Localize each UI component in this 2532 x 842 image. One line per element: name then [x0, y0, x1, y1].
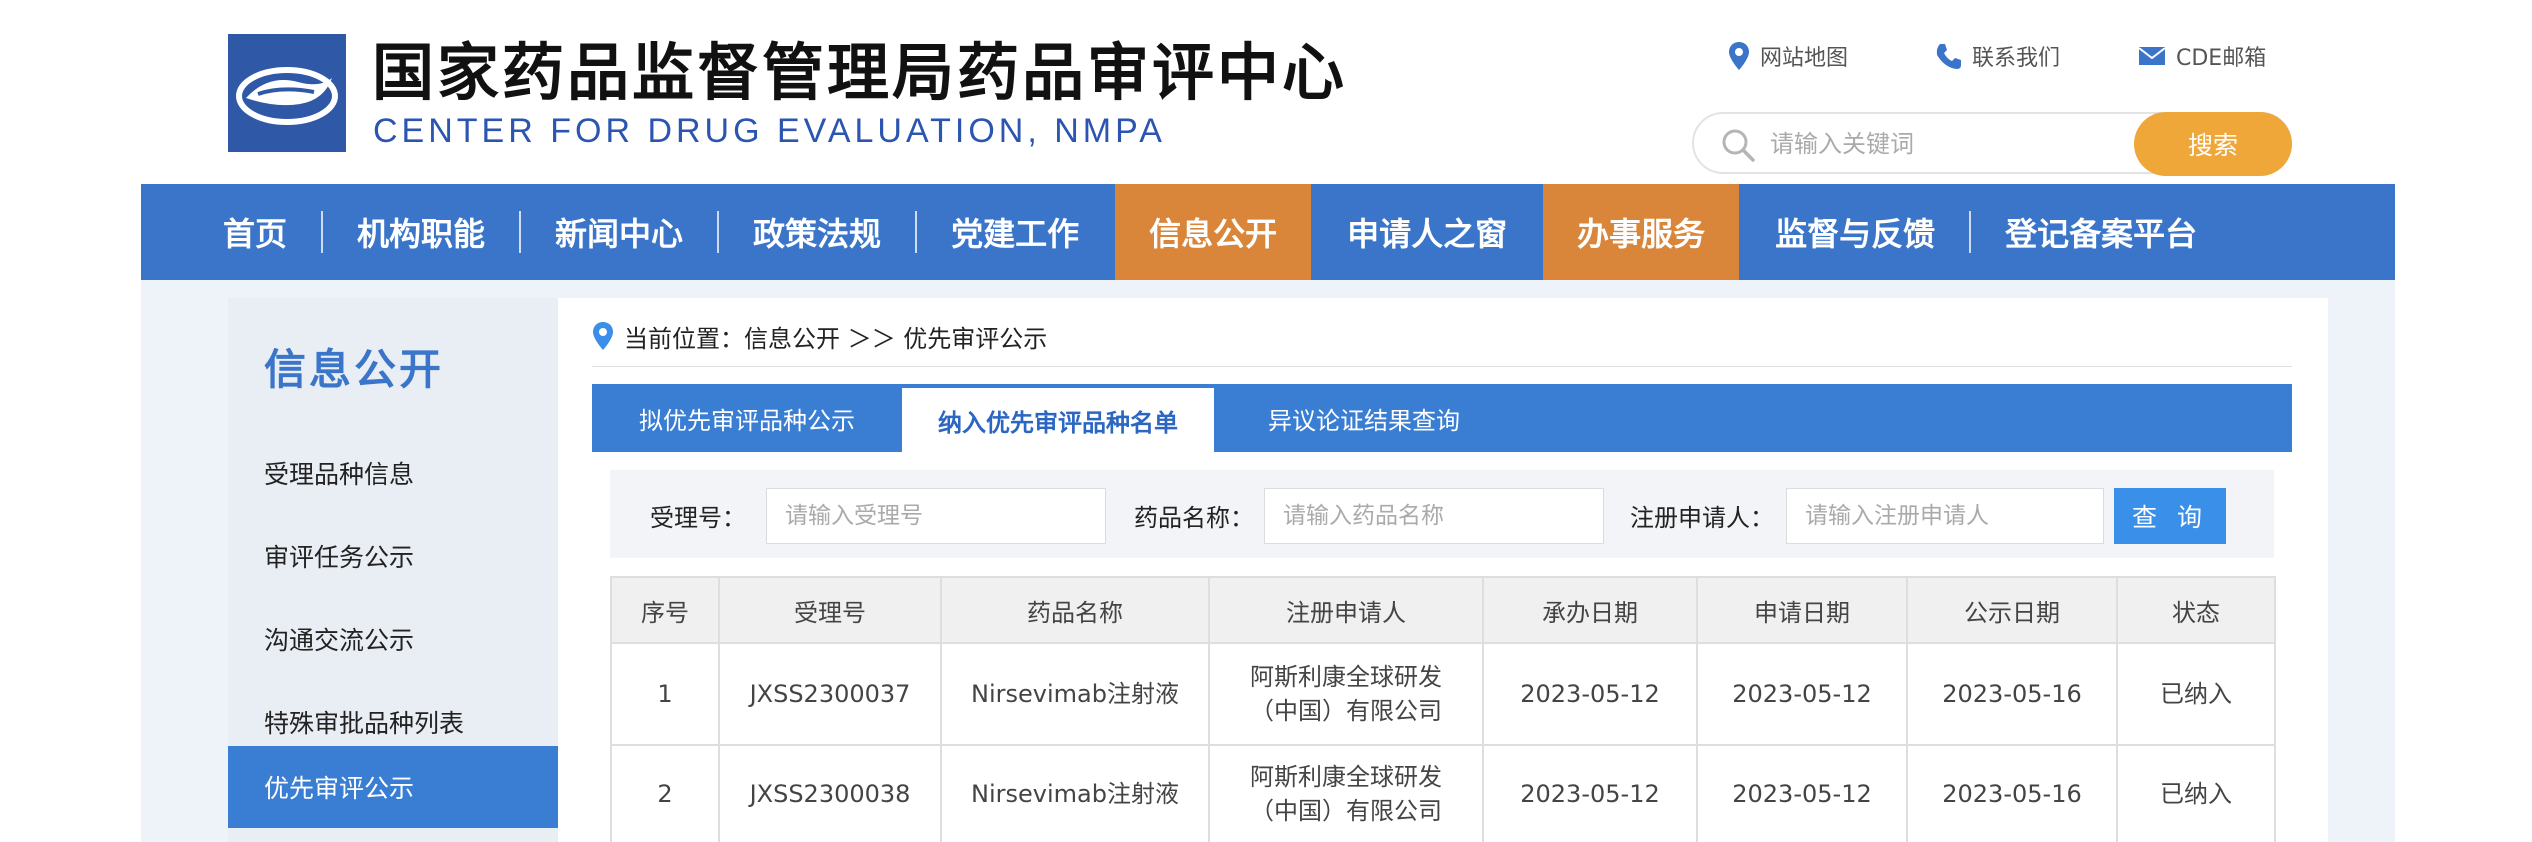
mail-icon	[2138, 47, 2166, 65]
logo-emblem-icon	[236, 67, 338, 125]
nav-item-home[interactable]: 首页	[189, 184, 321, 280]
cell-index: 1	[610, 642, 720, 746]
cell-drug-name: Nirsevimab注射液	[940, 744, 1210, 842]
cell-publish-date: 2023-05-16	[1906, 744, 2118, 842]
site-subtitle: CENTER FOR DRUG EVALUATION, NMPA	[373, 112, 1166, 150]
column-header: 申请日期	[1696, 576, 1908, 644]
table-row[interactable]: 2 JXSS2300038 Nirsevimab注射液 阿斯利康全球研发（中国）…	[610, 744, 2276, 842]
email-link[interactable]: CDE邮箱	[2138, 38, 2266, 74]
sidebar-item-review-tasks[interactable]: 审评任务公示	[228, 515, 558, 597]
column-header: 序号	[610, 576, 720, 644]
sidebar: 信息公开 受理品种信息 审评任务公示 沟通交流公示 特殊审批品种列表 优先审评公…	[228, 298, 558, 842]
cell-accept-no: JXSS2300037	[718, 642, 942, 746]
tab-bar: 拟优先审评品种公示 纳入优先审评品种名单 异议论证结果查询	[592, 384, 2292, 452]
nav-item-info-disclosure[interactable]: 信息公开	[1115, 184, 1312, 280]
column-header: 承办日期	[1482, 576, 1698, 644]
nav-item-party[interactable]: 党建工作	[917, 184, 1113, 280]
sitemap-link-label: 网站地图	[1760, 46, 1849, 71]
contact-link-label: 联系我们	[1972, 46, 2061, 71]
accept-no-label: 受理号：	[650, 504, 746, 532]
tab-included-priority-list[interactable]: 纳入优先审评品种名单	[902, 388, 1214, 452]
main-nav: 首页 机构职能 新闻中心 政策法规 党建工作 信息公开 申请人之窗 办事服务 监…	[141, 184, 2395, 280]
results-table: 序号 受理号 药品名称 注册申请人 承办日期 申请日期 公示日期 状态 1 JX…	[610, 576, 2276, 842]
sidebar-title: 信息公开	[264, 345, 445, 394]
column-header: 药品名称	[940, 576, 1210, 644]
nav-item-services[interactable]: 办事服务	[1543, 184, 1740, 280]
cell-applicant: 阿斯利康全球研发（中国）有限公司	[1208, 744, 1484, 842]
location-pin-icon	[593, 322, 613, 350]
email-link-label: CDE邮箱	[2176, 46, 2267, 71]
breadcrumb: 当前位置： 信息公开 ＞＞ 优先审评公示	[592, 316, 1047, 356]
cell-apply-date: 2023-05-12	[1696, 744, 1908, 842]
site-logo[interactable]	[228, 34, 346, 152]
cell-drug-name: Nirsevimab注射液	[940, 642, 1210, 746]
accept-no-input[interactable]	[766, 488, 1106, 544]
breadcrumb-divider	[592, 366, 2292, 367]
cell-status: 已纳入	[2116, 642, 2276, 746]
breadcrumb-prefix: 当前位置：	[624, 324, 744, 353]
sitemap-link[interactable]: 网站地图	[1728, 38, 1848, 74]
column-header: 受理号	[718, 576, 942, 644]
site-title: 国家药品监督管理局药品审评中心	[372, 36, 1348, 109]
cell-apply-date: 2023-05-12	[1696, 642, 1908, 746]
column-header: 注册申请人	[1208, 576, 1484, 644]
tab-objection-results[interactable]: 异议论证结果查询	[1214, 384, 1514, 452]
cell-applicant: 阿斯利康全球研发（中国）有限公司	[1208, 642, 1484, 746]
nav-item-functions[interactable]: 机构职能	[323, 184, 519, 280]
cell-status: 已纳入	[2116, 744, 2276, 842]
nav-item-feedback[interactable]: 监督与反馈	[1741, 184, 1969, 280]
sidebar-item-accepted-varieties[interactable]: 受理品种信息	[228, 432, 558, 514]
nav-item-news[interactable]: 新闻中心	[521, 184, 717, 280]
breadcrumb-path[interactable]: 信息公开 ＞＞ 优先审评公示	[744, 319, 1047, 354]
location-pin-icon	[1729, 42, 1749, 70]
cell-undertake-date: 2023-05-12	[1482, 642, 1698, 746]
nav-item-applicant-window[interactable]: 申请人之窗	[1313, 184, 1541, 280]
search-icon	[1722, 129, 1755, 162]
cell-index: 2	[610, 744, 720, 842]
column-header: 状态	[2116, 576, 2276, 644]
tab-proposed-priority[interactable]: 拟优先审评品种公示	[592, 384, 902, 452]
cell-publish-date: 2023-05-16	[1906, 642, 2118, 746]
applicant-input[interactable]	[1786, 488, 2104, 544]
phone-icon	[1936, 44, 1961, 69]
query-button[interactable]: 查 询	[2114, 488, 2226, 544]
cell-undertake-date: 2023-05-12	[1482, 744, 1698, 842]
search-button[interactable]: 搜索	[2134, 112, 2292, 176]
table-row[interactable]: 1 JXSS2300037 Nirsevimab注射液 阿斯利康全球研发（中国）…	[610, 642, 2276, 746]
cell-accept-no: JXSS2300038	[718, 744, 942, 842]
column-header: 公示日期	[1906, 576, 2118, 644]
drug-name-label: 药品名称：	[1134, 504, 1254, 532]
filter-bar: 受理号： 药品名称： 注册申请人： 查 询	[610, 470, 2274, 558]
sidebar-item-communication[interactable]: 沟通交流公示	[228, 598, 558, 680]
sidebar-item-priority-review[interactable]: 优先审评公示	[228, 746, 558, 828]
search-input[interactable]	[1770, 122, 2150, 166]
nav-item-policies[interactable]: 政策法规	[719, 184, 915, 280]
applicant-label: 注册申请人：	[1630, 504, 1774, 532]
drug-name-input[interactable]	[1264, 488, 1604, 544]
contact-link[interactable]: 联系我们	[1934, 38, 2060, 74]
nav-item-registration-platform[interactable]: 登记备案平台	[1971, 184, 2231, 280]
table-header-row: 序号 受理号 药品名称 注册申请人 承办日期 申请日期 公示日期 状态	[610, 576, 2276, 644]
